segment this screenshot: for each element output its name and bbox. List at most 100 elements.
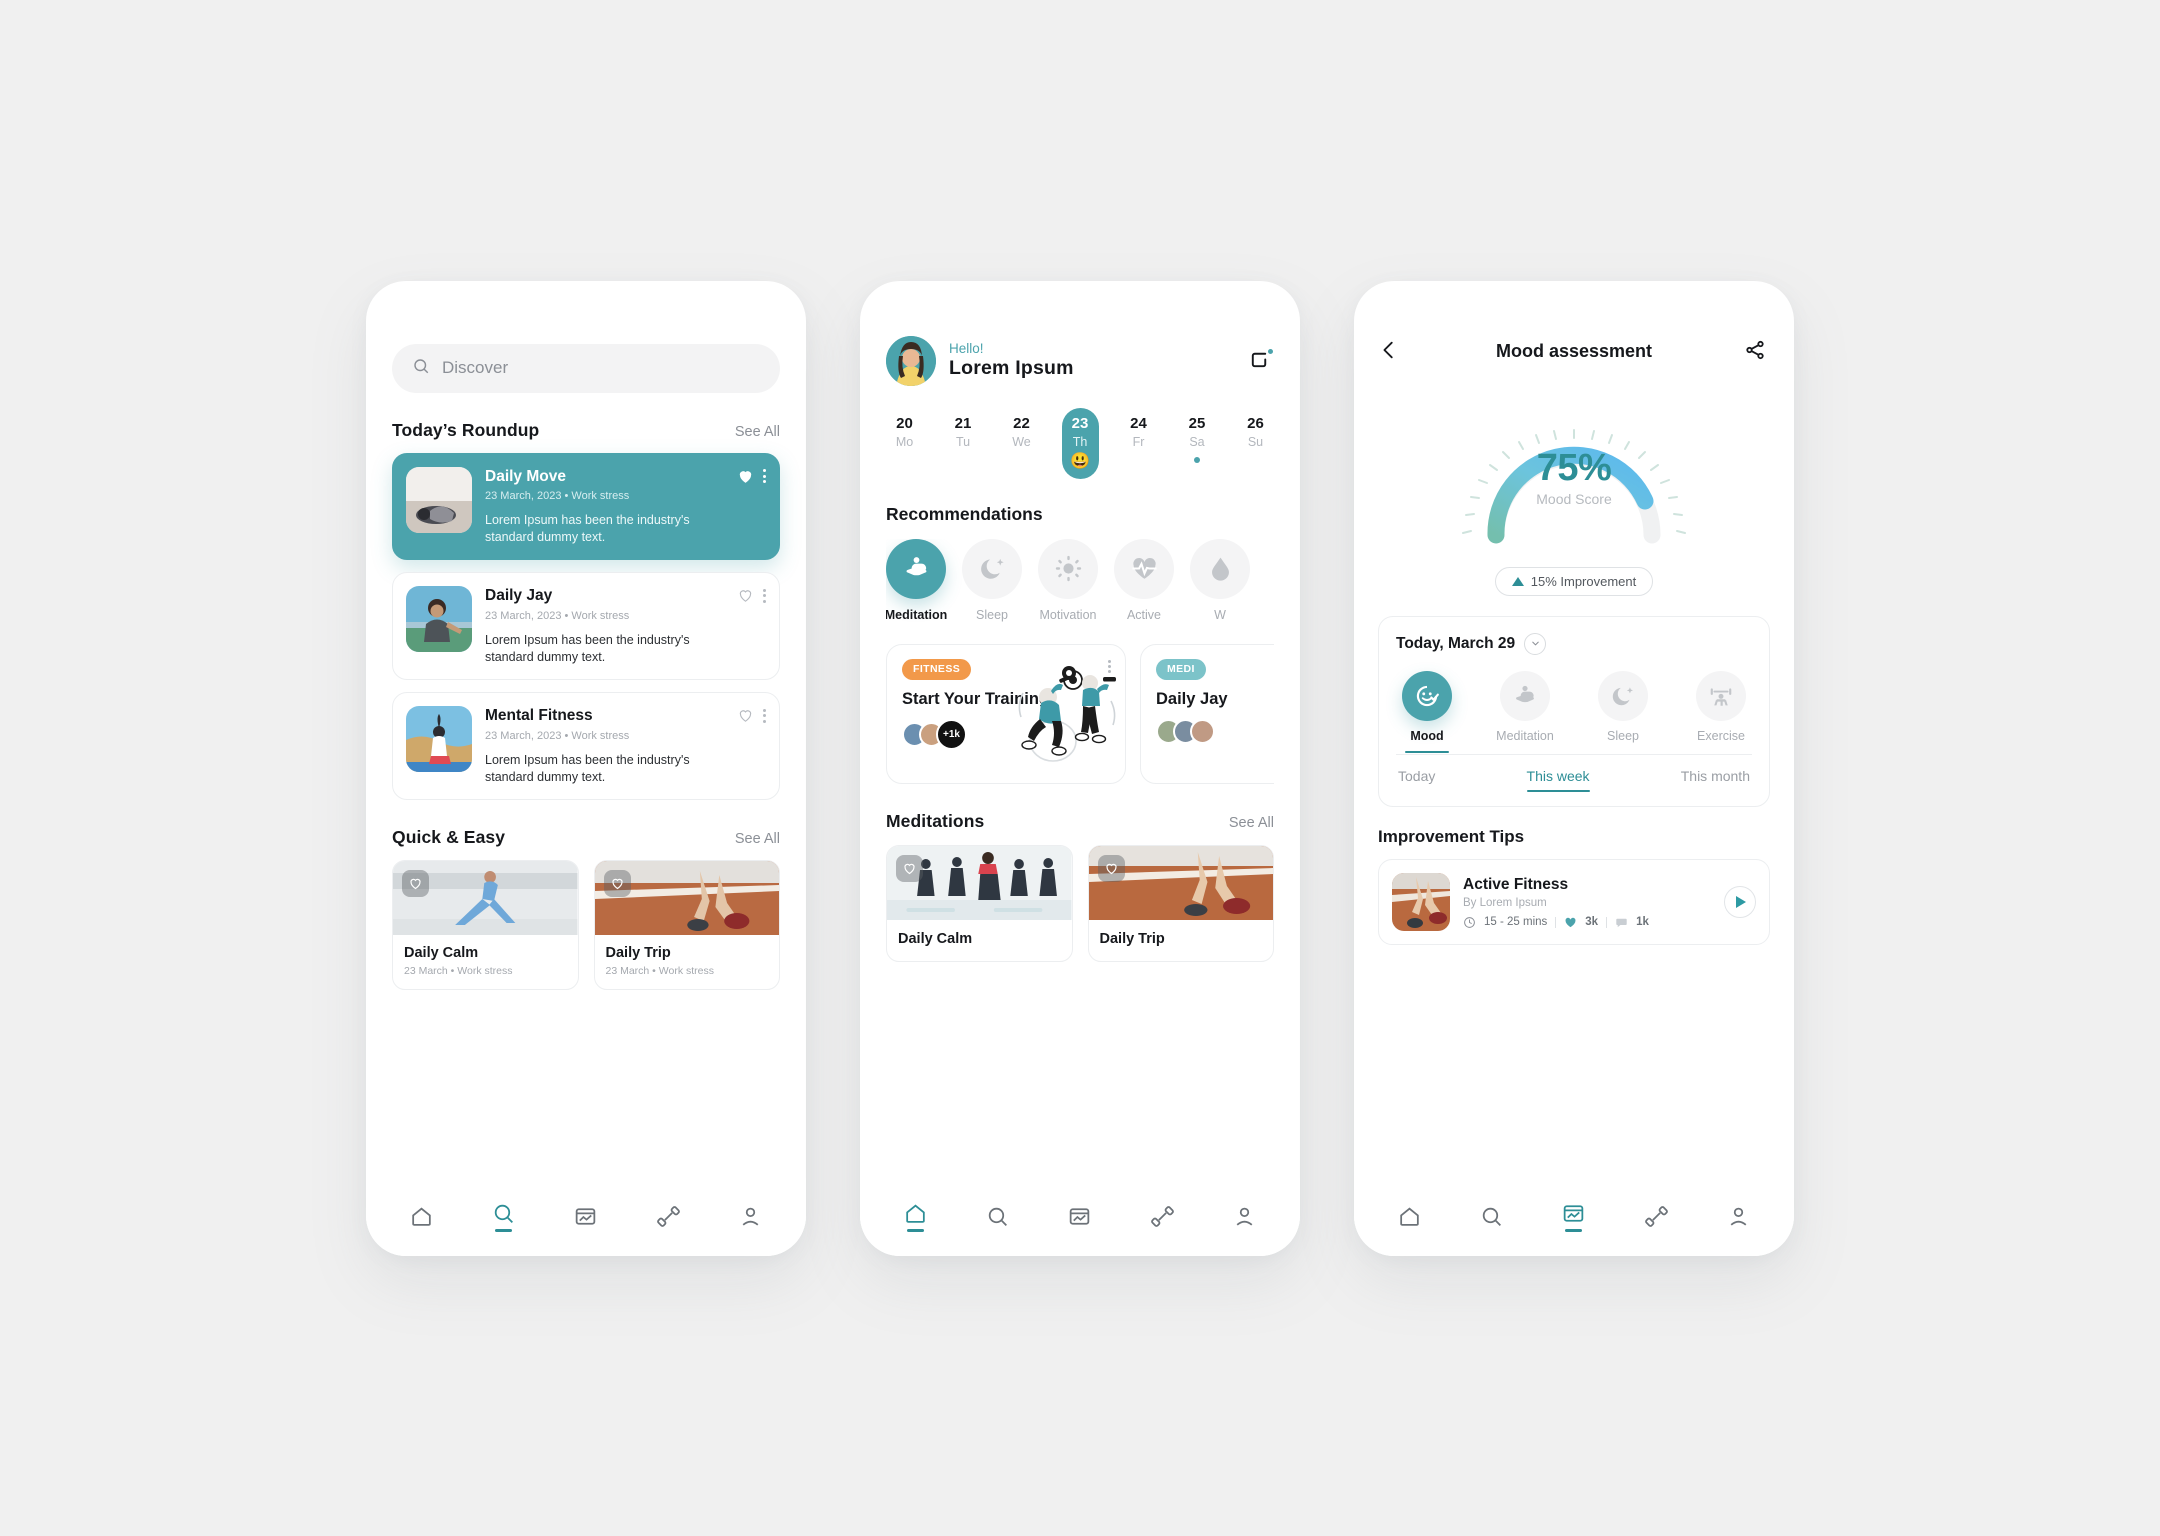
weightlifter-icon: [1710, 687, 1732, 706]
rec-label: Motivation: [1039, 607, 1097, 622]
nav-search[interactable]: [481, 1194, 527, 1240]
nav-workout[interactable]: [645, 1194, 691, 1240]
roundup-see-all[interactable]: See All: [735, 424, 780, 440]
like-button[interactable]: [1097, 854, 1125, 882]
rec-more[interactable]: W: [1190, 538, 1250, 622]
range-this-month[interactable]: This month: [1681, 768, 1750, 792]
heart-icon[interactable]: [737, 707, 754, 724]
play-button[interactable]: [1724, 886, 1756, 919]
day-cell[interactable]: 22 We: [1003, 408, 1040, 479]
day-cell-selected[interactable]: 23 Th 😃: [1061, 407, 1099, 479]
rec-meditation[interactable]: Meditation: [886, 538, 947, 622]
range-tabs: Today This week This month: [1396, 754, 1752, 806]
notification-button[interactable]: [1248, 346, 1275, 374]
quick-see-all[interactable]: See All: [735, 831, 780, 847]
rec-active[interactable]: Active: [1114, 538, 1174, 622]
day-number: 21: [954, 414, 972, 432]
nav-search[interactable]: [1469, 1194, 1515, 1240]
bottom-nav: [1354, 1177, 1794, 1256]
nav-home[interactable]: [398, 1194, 444, 1240]
range-this-week[interactable]: This week: [1526, 768, 1590, 793]
bottom-nav: [860, 1177, 1300, 1256]
search-placeholder: Discover: [442, 358, 509, 377]
card-actions: [737, 707, 766, 724]
nav-home[interactable]: [1386, 1194, 1432, 1240]
meditation-card[interactable]: Daily Trip: [1087, 844, 1274, 962]
search-icon: [988, 1207, 1008, 1226]
profile-icon: [1236, 1207, 1253, 1226]
tab-sleep[interactable]: Sleep: [1592, 670, 1654, 754]
more-options-icon[interactable]: [763, 469, 766, 483]
tip-duration: 15 - 25 mins: [1484, 916, 1548, 929]
nav-profile[interactable]: [1716, 1194, 1762, 1240]
nav-report[interactable]: [1057, 1194, 1103, 1240]
card-title: Mental Fitness: [485, 707, 593, 725]
roundup-title: Today’s Roundup: [392, 419, 540, 440]
tab-mood[interactable]: Mood: [1396, 670, 1458, 754]
promo-card-meditation[interactable]: MEDI Daily Jay: [1140, 643, 1274, 784]
day-cell[interactable]: 26 Su: [1237, 408, 1274, 479]
avatar[interactable]: [886, 335, 936, 386]
meditations-see-all[interactable]: See All: [1229, 815, 1274, 831]
date-selector[interactable]: Today, March 29: [1396, 632, 1752, 655]
nav-home[interactable]: [892, 1194, 938, 1240]
promo-card-fitness[interactable]: FITNESS Start Your Training +1k: [886, 643, 1126, 784]
like-button[interactable]: [896, 854, 923, 882]
like-button[interactable]: [402, 870, 429, 898]
day-cell[interactable]: 20 Mo: [886, 408, 923, 479]
search-input[interactable]: Discover: [392, 343, 780, 393]
nav-workout[interactable]: [1633, 1194, 1679, 1240]
moon-icon-wrap: [962, 538, 1022, 599]
heart-icon: [410, 878, 421, 890]
more-options-icon[interactable]: [763, 708, 766, 723]
meditation-card[interactable]: Daily Calm: [886, 844, 1073, 962]
up-arrow-icon: [1511, 576, 1524, 586]
quick-card[interactable]: Daily Trip 23 March • Work stress: [593, 860, 780, 991]
day-cell[interactable]: 25 Sa: [1179, 408, 1216, 479]
page-title: Mood assessment: [1495, 341, 1653, 361]
discover-content: Discover Today’s Roundup See All Daily M…: [366, 281, 806, 1178]
card-actions: [737, 468, 766, 485]
heart-icon: [904, 863, 915, 874]
tip-card[interactable]: Active Fitness By Lorem Ipsum 15 - 25 mi…: [1378, 859, 1770, 946]
promo-badge: MEDI: [1156, 658, 1206, 680]
nav-search[interactable]: [975, 1194, 1021, 1240]
more-options-icon[interactable]: [763, 588, 766, 603]
day-label: Sa: [1189, 434, 1205, 449]
report-icon: [1070, 1208, 1090, 1225]
range-today[interactable]: Today: [1398, 768, 1435, 792]
day-cell[interactable]: 24 Fr: [1120, 408, 1157, 479]
roundup-card[interactable]: Mental Fitness 23 March, 2023 • Work str…: [392, 692, 780, 801]
day-number: 22: [1013, 414, 1030, 432]
rec-motivation[interactable]: Motivation: [1038, 538, 1098, 622]
rec-sleep[interactable]: Sleep: [962, 538, 1022, 622]
nav-profile[interactable]: [728, 1194, 774, 1240]
share-button[interactable]: [1744, 339, 1770, 365]
chevron-down-icon[interactable]: [1524, 632, 1547, 655]
back-button[interactable]: [1378, 339, 1404, 365]
heart-icon[interactable]: [737, 468, 754, 485]
mode-label: Mood: [1410, 728, 1444, 743]
like-button[interactable]: [603, 870, 631, 898]
card-meta: 23 March, 2023 • Work stress: [485, 489, 630, 502]
card-actions: [737, 587, 766, 604]
tab-meditation[interactable]: Meditation: [1494, 670, 1556, 754]
quick-meta: Daily Trip 23 March • Work stress: [595, 935, 780, 989]
day-number: 24: [1130, 414, 1147, 432]
notification-badge: [1266, 346, 1275, 356]
day-cell[interactable]: 21 Tu: [945, 408, 982, 479]
nav-profile[interactable]: [1222, 1194, 1268, 1240]
nav-report[interactable]: [1551, 1194, 1597, 1240]
roundup-card[interactable]: Daily Move 23 March, 2023 • Work stress …: [392, 452, 780, 561]
home-icon: [411, 1207, 431, 1226]
quick-card[interactable]: Daily Calm 23 March • Work stress: [392, 860, 579, 991]
heart-icon[interactable]: [737, 587, 754, 604]
mood-content: Mood assessment 75% Mood Score 15% Impro…: [1354, 281, 1794, 1178]
tab-exercise[interactable]: Exercise: [1690, 670, 1752, 754]
water-icon: [1211, 557, 1229, 581]
nav-report[interactable]: [563, 1194, 609, 1240]
roundup-card[interactable]: Daily Jay 23 March, 2023 • Work stress L…: [392, 572, 780, 681]
card-description: Lorem Ipsum has been the industry's stan…: [485, 512, 690, 545]
nav-workout[interactable]: [1139, 1194, 1185, 1240]
quick-image: [393, 861, 578, 936]
